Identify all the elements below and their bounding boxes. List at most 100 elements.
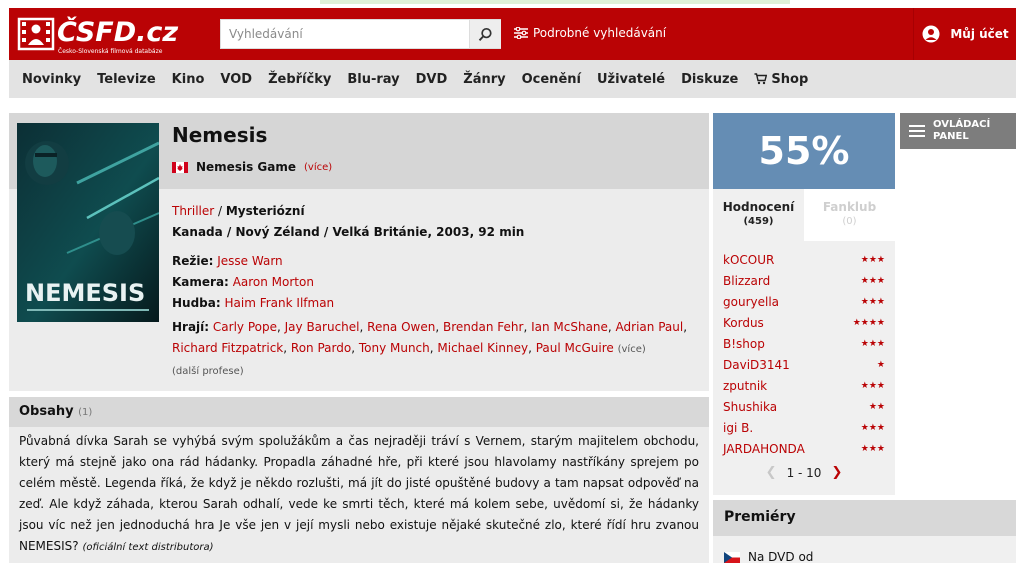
premieres-box: Premiéry Na DVD od xyxy=(713,500,1016,564)
origin-line: Kanada / Nový Zéland / Velká Británie, 2… xyxy=(172,225,525,239)
rating-user[interactable]: Blizzard xyxy=(723,274,770,288)
rating-user[interactable]: B!shop xyxy=(723,337,765,351)
genre-mystery: Mysteriózní xyxy=(225,204,305,218)
film-poster[interactable]: NEMESIS xyxy=(17,123,159,322)
cast-link[interactable]: Ron Pardo xyxy=(291,341,351,355)
nav-dvd[interactable]: DVD xyxy=(408,72,456,87)
rating-list: kOCOUR ★★★ Blizzard ★★★ gouryella ★★★ Kordu… xyxy=(713,249,895,459)
nav-uzivatele[interactable]: Uživatelé xyxy=(589,72,673,87)
account-label: Můj účet xyxy=(950,27,1009,41)
rating-row[interactable]: B!shop ★★★ xyxy=(713,333,895,354)
cast-link[interactable]: Adrian Paul xyxy=(616,320,684,334)
director-link[interactable]: Jesse Warn xyxy=(217,254,282,268)
nav-bluray[interactable]: Blu-ray xyxy=(339,72,407,87)
rating-user[interactable]: Shushika xyxy=(723,400,777,414)
search-input[interactable] xyxy=(221,20,469,48)
rating-row[interactable]: Blizzard ★★★ xyxy=(713,270,895,291)
cast-link[interactable]: Tony Munch xyxy=(359,341,430,355)
rating-row[interactable]: gouryella ★★★ xyxy=(713,291,895,312)
music-line: Hudba: Haim Frank Ilfman xyxy=(172,296,334,310)
tab-fanclub[interactable]: Fanklub (0) xyxy=(804,189,895,241)
control-panel-line2: PANEL xyxy=(933,131,969,142)
nav-novinky[interactable]: Novinky xyxy=(9,72,89,87)
rating-user[interactable]: Kordus xyxy=(723,316,764,330)
rating-row[interactable]: igi B. ★★★ xyxy=(713,417,895,438)
cast-link[interactable]: Ian McShane xyxy=(531,320,608,334)
director-label: Režie: xyxy=(172,254,214,268)
genre-line: Thriller / Mysteriózní xyxy=(172,204,305,218)
sliders-icon xyxy=(514,27,528,39)
rating-score: 55% xyxy=(713,113,895,189)
camera-link[interactable]: Aaron Morton xyxy=(233,275,314,289)
logo-subtitle: Česko-Slovenská filmová databáze xyxy=(58,48,163,55)
rating-box: 55% Hodnocení (459) Fanklub (0) kOCOUR ★★… xyxy=(713,113,895,495)
cast-link[interactable]: Paul McGuire xyxy=(536,341,614,355)
tab-ratings[interactable]: Hodnocení (459) xyxy=(713,189,804,241)
cast-more-link[interactable]: (více) xyxy=(618,344,646,355)
cast-link[interactable]: Richard Fitzpatrick xyxy=(172,341,283,355)
canada-flag-icon xyxy=(172,161,188,173)
tab-ratings-label: Hodnocení xyxy=(722,200,795,214)
rating-user[interactable]: gouryella xyxy=(723,295,779,309)
rating-user[interactable]: kOCOUR xyxy=(723,253,774,267)
rating-row[interactable]: DaviD3141 ★ xyxy=(713,354,895,375)
alt-title-more-link[interactable]: (více) xyxy=(304,162,332,173)
nav-vod[interactable]: VOD xyxy=(212,72,260,87)
plot-title-row: Obsahy (1) xyxy=(19,404,92,419)
notification-strip xyxy=(320,0,790,4)
rating-row[interactable]: Shushika ★★ xyxy=(713,396,895,417)
rating-row[interactable]: JARDAHONDA ★★★ xyxy=(713,438,895,459)
rating-stars: ★★★ xyxy=(860,254,885,265)
rating-row[interactable]: zputnik ★★★ xyxy=(713,375,895,396)
rating-row[interactable]: Kordus ★★★★ xyxy=(713,312,895,333)
pager-next-icon[interactable]: ❯ xyxy=(831,465,842,480)
plot-section: Obsahy (1) Půvabná dívka Sarah se vyhýbá… xyxy=(9,397,709,563)
nav-zanry[interactable]: Žánry xyxy=(455,72,513,87)
rating-pager: ❮ 1 - 10 ❯ xyxy=(713,465,895,480)
genre-thriller-link[interactable]: Thriller xyxy=(172,204,214,218)
tab-fanclub-label: Fanklub xyxy=(822,200,877,214)
pager-prev-icon[interactable]: ❮ xyxy=(766,465,777,480)
rating-user[interactable]: zputnik xyxy=(723,379,767,393)
rating-stars: ★★★ xyxy=(860,422,885,433)
music-label: Hudba: xyxy=(172,296,221,310)
music-link[interactable]: Haim Frank Ilfman xyxy=(225,296,335,310)
rating-row[interactable]: kOCOUR ★★★ xyxy=(713,249,895,270)
rating-stars: ★★★ xyxy=(860,380,885,391)
search-box xyxy=(220,19,501,49)
nav-kino[interactable]: Kino xyxy=(164,72,213,87)
film-title: Nemesis xyxy=(172,123,268,147)
rating-user[interactable]: DaviD3141 xyxy=(723,358,790,372)
advanced-search-link[interactable]: Podrobné vyhledávání xyxy=(514,26,666,40)
cast-link[interactable]: Brendan Fehr xyxy=(443,320,523,334)
nav-diskuze[interactable]: Diskuze xyxy=(673,72,746,87)
nav-shop-label: Shop xyxy=(771,71,809,87)
control-panel-button[interactable]: OVLÁDACÍ PANEL xyxy=(900,113,1016,149)
cart-icon xyxy=(754,73,768,85)
rating-stars: ★★ xyxy=(868,401,885,412)
genre-separator: / xyxy=(214,204,226,218)
top-strip xyxy=(0,0,1024,8)
cast-link[interactable]: Carly Pope xyxy=(213,320,277,334)
nav-shop[interactable]: Shop xyxy=(746,72,816,87)
plot-header xyxy=(9,397,709,427)
tab-ratings-count: (459) xyxy=(743,216,774,227)
csfd-logo[interactable]: ČSFD.cz Česko-Slovenská filmová databáze xyxy=(17,13,187,55)
more-profession-link[interactable]: (další profese) xyxy=(172,366,244,377)
cast-link[interactable]: Rena Owen xyxy=(367,320,435,334)
search-button[interactable] xyxy=(469,20,501,48)
nav-televize[interactable]: Televize xyxy=(89,72,164,87)
rating-user[interactable]: JARDAHONDA xyxy=(723,442,805,456)
rating-user[interactable]: igi B. xyxy=(723,421,753,435)
rating-stars: ★★★ xyxy=(860,296,885,307)
nav-zebricky[interactable]: Žebříčky xyxy=(260,72,339,87)
account-button[interactable]: Můj účet xyxy=(913,8,1017,60)
cast-link[interactable]: Jay Baruchel xyxy=(285,320,360,334)
pager-range: 1 - 10 xyxy=(786,465,822,480)
plot-title: Obsahy xyxy=(19,404,74,419)
plot-source: (oficiální text distributora) xyxy=(82,542,214,553)
alt-title: Nemesis Game xyxy=(196,160,296,174)
rating-stars: ★★★ xyxy=(860,443,885,454)
cast-link[interactable]: Michael Kinney xyxy=(437,341,528,355)
nav-oceneni[interactable]: Ocenění xyxy=(514,72,589,87)
